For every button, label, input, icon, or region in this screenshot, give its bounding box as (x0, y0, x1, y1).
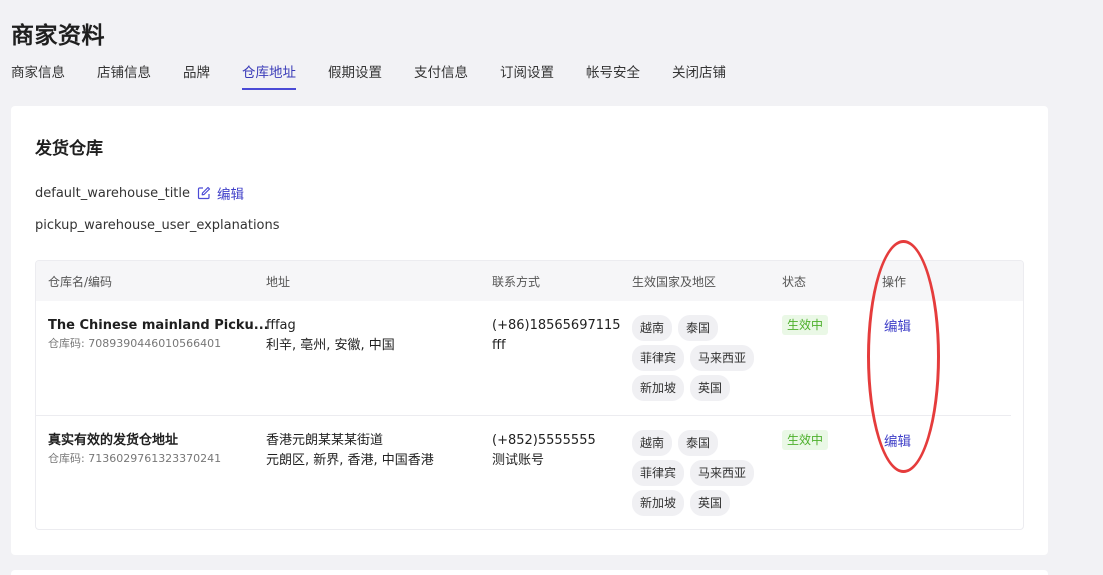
tab-brand[interactable]: 品牌 (183, 64, 210, 90)
country-tag: 越南 (632, 315, 673, 341)
warehouse-name-cell: The Chinese mainland Picku... 仓库码: 70893… (48, 316, 269, 352)
contact-cell: (+86)18565697115 fff (492, 316, 621, 356)
merchant-profile-page: 商家资料 商家信息 店铺信息 品牌 仓库地址 假期设置 支付信息 订阅设置 帐号… (0, 0, 1103, 575)
warehouse-code: 仓库码: 7089390446010566401 (48, 337, 222, 350)
contact-cell: (+852)5555555 测试账号 (492, 431, 596, 471)
warehouse-name-cell: 真实有效的发货仓地址 仓库码: 7136029761323370241 (48, 431, 221, 467)
country-tag: 英国 (690, 375, 731, 401)
page-title: 商家资料 (11, 23, 105, 49)
tab-close-store[interactable]: 关闭店铺 (672, 64, 726, 90)
warehouse-name: The Chinese mainland Picku... (48, 318, 269, 333)
default-warehouse-title: default_warehouse_title (35, 185, 191, 201)
country-tags: 越南 泰国 菲律宾 马来西亚 新加坡 英国 (632, 315, 762, 401)
address-cell: 香港元朗某某某街道 元朗区, 新界, 香港, 中国香港 (266, 431, 434, 471)
column-header-name: 仓库名/编码 (48, 275, 113, 289)
column-header-address: 地址 (266, 275, 291, 289)
country-tag: 泰国 (678, 315, 719, 341)
contact-name: 测试账号 (492, 453, 545, 468)
pickup-explanation: pickup_warehouse_user_explanations (35, 218, 280, 233)
warehouse-code: 仓库码: 7136029761323370241 (48, 452, 222, 465)
country-tag: 泰国 (678, 430, 719, 456)
annotation-highlight-ellipse (867, 240, 940, 473)
column-header-status: 状态 (782, 275, 807, 289)
tab-subscription-settings[interactable]: 订阅设置 (500, 64, 554, 90)
next-card-edge (11, 570, 1048, 575)
contact-phone: (+86)18565697115 (492, 318, 621, 333)
address-cell: fffag 利辛, 亳州, 安徽, 中国 (266, 316, 395, 356)
country-tag: 菲律宾 (632, 345, 685, 371)
address-line: fffag (266, 318, 296, 333)
country-tags: 越南 泰国 菲律宾 马来西亚 新加坡 英国 (632, 430, 762, 516)
column-header-contact: 联系方式 (492, 275, 541, 289)
default-warehouse-edit-link[interactable]: 编辑 (217, 183, 244, 203)
country-tag: 越南 (632, 430, 673, 456)
country-tag: 菲律宾 (632, 460, 685, 486)
address-region: 利辛, 亳州, 安徽, 中国 (266, 338, 395, 353)
tab-store-info[interactable]: 店铺信息 (97, 64, 151, 90)
section-title: 发货仓库 (35, 139, 103, 159)
tab-warehouse-address[interactable]: 仓库地址 (242, 64, 296, 90)
tab-bar: 商家信息 店铺信息 品牌 仓库地址 假期设置 支付信息 订阅设置 帐号安全 关闭… (11, 64, 758, 92)
status-badge: 生效中 (782, 430, 829, 450)
address-line: 香港元朗某某某街道 (266, 433, 384, 448)
contact-name: fff (492, 338, 506, 353)
column-header-countries: 生效国家及地区 (632, 275, 717, 289)
tab-payment-info[interactable]: 支付信息 (414, 64, 468, 90)
table-row: The Chinese mainland Picku... 仓库码: 70893… (36, 301, 1011, 416)
edit-icon[interactable] (197, 186, 211, 200)
tab-merchant-info[interactable]: 商家信息 (11, 64, 65, 90)
country-tag: 英国 (690, 490, 731, 516)
warehouse-name: 真实有效的发货仓地址 (48, 433, 179, 448)
tab-account-security[interactable]: 帐号安全 (586, 64, 640, 90)
address-region: 元朗区, 新界, 香港, 中国香港 (266, 453, 434, 468)
country-tag: 新加坡 (632, 375, 685, 401)
contact-phone: (+852)5555555 (492, 433, 596, 448)
country-tag: 马来西亚 (690, 345, 755, 371)
status-badge: 生效中 (782, 315, 829, 335)
tab-holiday-settings[interactable]: 假期设置 (328, 64, 382, 90)
default-warehouse-row: default_warehouse_title 编辑 (35, 183, 244, 204)
country-tag: 新加坡 (632, 490, 685, 516)
country-tag: 马来西亚 (690, 460, 755, 486)
